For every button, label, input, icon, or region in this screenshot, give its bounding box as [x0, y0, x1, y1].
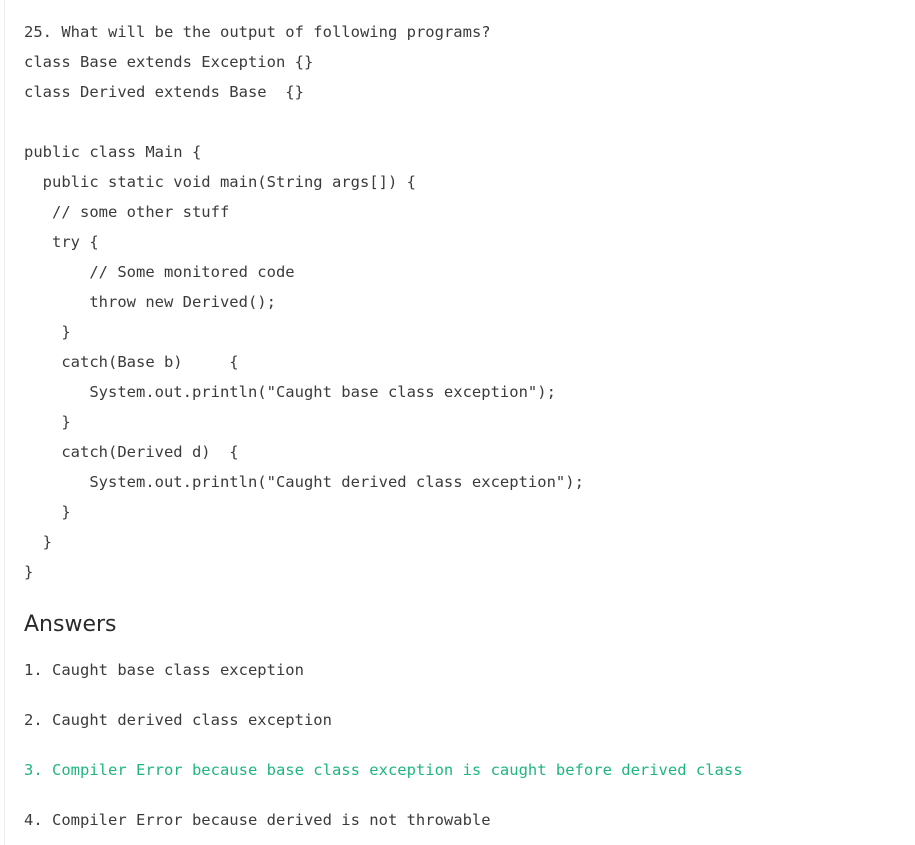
answer-option-1[interactable]: 1. Caught base class exception — [24, 660, 304, 680]
code-line: System.out.println("Caught base class ex… — [24, 383, 556, 401]
answers-heading: Answers — [24, 612, 117, 637]
code-line: class Derived extends Base {} — [24, 83, 304, 101]
code-line: catch(Base b) { — [24, 353, 239, 371]
code-line: try { — [24, 233, 99, 251]
answer-option-4[interactable]: 4. Compiler Error because derived is not… — [24, 810, 491, 830]
code-line: catch(Derived d) { — [24, 443, 239, 461]
code-line: } — [24, 413, 71, 431]
code-line: public static void main(String args[]) { — [24, 173, 416, 191]
question-number: 25. — [24, 23, 52, 41]
question-prompt: What will be the output of following pro… — [61, 23, 491, 41]
question-text: 25. What will be the output of following… — [24, 22, 491, 42]
code-line: } — [24, 533, 52, 551]
code-line: // some other stuff — [24, 203, 230, 221]
code-line: System.out.println("Caught derived class… — [24, 473, 584, 491]
code-line: // Some monitored code — [24, 263, 295, 281]
code-line: public class Main { — [24, 143, 202, 161]
code-line: } — [24, 563, 34, 581]
code-line: throw new Derived(); — [24, 293, 276, 311]
answer-option-3-correct[interactable]: 3. Compiler Error because base class exc… — [24, 760, 743, 780]
code-line: class Base extends Exception {} — [24, 53, 314, 71]
code-line: } — [24, 503, 71, 521]
code-line: } — [24, 323, 71, 341]
answer-option-2[interactable]: 2. Caught derived class exception — [24, 710, 332, 730]
left-border — [4, 0, 5, 845]
